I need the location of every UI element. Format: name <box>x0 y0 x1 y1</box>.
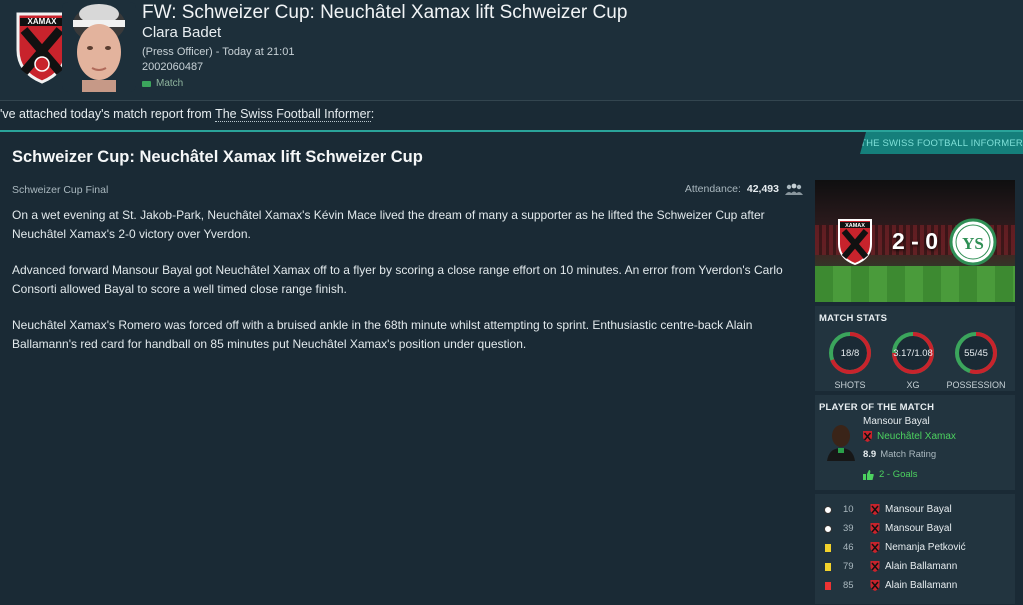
crowd-icon <box>785 183 803 195</box>
sender-avatar[interactable] <box>62 2 136 92</box>
event-minute: 79 <box>843 561 854 572</box>
player-of-match-panel[interactable]: PLAYER OF THE MATCH Mansour Bayal Neuchâ… <box>815 395 1015 490</box>
yellow-card-icon <box>821 543 835 552</box>
events-list: 10 Mansour Bayal 39 Mansour Bayal 46 Nemanja … <box>815 500 1015 595</box>
article-paragraph: Neuchâtel Xamax's Romero was forced off … <box>12 318 753 351</box>
divider <box>0 100 1023 101</box>
event-player[interactable]: Mansour Bayal <box>885 504 952 515</box>
match-report: THE SWISS FOOTBALL INFORMER Schweizer Cu… <box>0 130 1023 605</box>
tag-icon <box>142 80 151 87</box>
attendance: Attendance: 42,493 <box>685 182 803 196</box>
event-minute: 10 <box>843 504 854 515</box>
message-tag[interactable]: Match <box>142 78 183 89</box>
potm-rating-label: Match Rating <box>880 449 937 460</box>
xg-label: XG <box>906 380 920 390</box>
attendance-label: Attendance: <box>684 183 741 195</box>
intro-prefix: 've attached today's match report from <box>0 107 216 121</box>
match-stats-title: MATCH STATS <box>819 313 888 324</box>
potm-player-name[interactable]: Mansour Bayal <box>863 416 930 427</box>
tag-label: Match <box>156 78 184 89</box>
match-event-row[interactable]: 10 Mansour Bayal <box>815 500 1015 519</box>
potm-goals: 2 - Goals <box>863 469 918 480</box>
article-body: On a wet evening at St. Jakob-Park, Neuc… <box>12 206 797 371</box>
match-event-row[interactable]: 46 Nemanja Petković <box>815 538 1015 557</box>
match-stats-panel: MATCH STATS 18/8 SHOTS 3.17/1.08 XG 55/4… <box>815 306 1015 391</box>
match-event-row[interactable]: 39 Mansour Bayal <box>815 519 1015 538</box>
shots-value: 18/8 <box>840 348 860 359</box>
source-link[interactable]: The Swiss Football Informer <box>215 107 371 122</box>
player-photo[interactable] <box>823 421 859 461</box>
sender-name[interactable]: Clara Badet <box>142 24 221 41</box>
intro-text: 've attached today's match report from T… <box>0 107 375 122</box>
message-id: 2002060487 <box>142 61 204 73</box>
away-badge-icon: YS <box>949 218 997 266</box>
thumbs-up-icon <box>863 469 874 480</box>
intro-suffix: : <box>370 107 375 121</box>
club-badge-text: XAMAX <box>28 17 58 26</box>
event-player[interactable]: Alain Ballamann <box>885 580 957 591</box>
sender-role-time: (Press Officer) - Today at 21:01 <box>142 46 295 58</box>
potm-rating-value: 8.9 <box>863 449 877 460</box>
article-paragraph: Advanced forward Mansour Bayal got Neuch… <box>12 263 783 296</box>
event-player[interactable]: Nemanja Petković <box>885 542 966 553</box>
event-minute: 85 <box>843 580 854 591</box>
match-events-panel: 10 Mansour Bayal 39 Mansour Bayal 46 Nemanja … <box>815 494 1015 604</box>
possession-label: POSSESSION <box>946 380 1006 390</box>
possession-value: 55/45 <box>964 348 988 359</box>
match-event-row[interactable]: 79 Alain Ballamann <box>815 557 1015 576</box>
goal-ball-icon <box>821 524 835 533</box>
away-badge-text: YS <box>962 234 984 253</box>
red-card-icon <box>821 581 835 590</box>
shots-label: SHOTS <box>834 380 866 390</box>
goal-ball-icon <box>821 505 835 514</box>
xg-value: 3.17/1.08 <box>893 348 933 359</box>
message-title: FW: Schweizer Cup: Neuchâtel Xamax lift … <box>142 2 628 23</box>
club-mini-badge-icon <box>870 504 880 515</box>
potm-title: PLAYER OF THE MATCH <box>819 402 935 413</box>
match-sidebar: XAMAX 2 - 0 YS MATCH STATS 18/8 SHOTS 3.… <box>815 180 1015 604</box>
match-event-row[interactable]: 85 Alain Ballamann <box>815 576 1015 595</box>
club-mini-badge-icon <box>863 431 872 442</box>
competition-label: Schweizer Cup Final <box>12 184 109 196</box>
report-headline: Schweizer Cup: Neuchâtel Xamax lift Schw… <box>12 148 423 166</box>
event-player[interactable]: Mansour Bayal <box>885 523 952 534</box>
club-mini-badge-icon <box>870 523 880 534</box>
event-minute: 39 <box>843 523 854 534</box>
potm-club-name: Neuchâtel Xamax <box>877 431 956 442</box>
yellow-card-icon <box>821 562 835 571</box>
attendance-value: 42,493 <box>746 183 779 195</box>
potm-goals-text: 2 - Goals <box>879 469 918 480</box>
message-header: XAMAX FW: Schweizer Cup: Neuchâtel Xamax… <box>0 0 1023 100</box>
potm-rating: 8.9 Match Rating <box>863 449 936 460</box>
scoreboard[interactable]: XAMAX 2 - 0 YS <box>815 180 1015 302</box>
pitch <box>815 266 1015 302</box>
club-mini-badge-icon <box>870 580 880 591</box>
potm-club[interactable]: Neuchâtel Xamax <box>863 431 956 442</box>
event-minute: 46 <box>843 542 854 553</box>
club-mini-badge-icon <box>870 542 880 553</box>
event-player[interactable]: Alain Ballamann <box>885 561 957 572</box>
club-mini-badge-icon <box>870 561 880 572</box>
article-paragraph: On a wet evening at St. Jakob-Park, Neuc… <box>12 208 765 241</box>
newspaper-tab: THE SWISS FOOTBALL INFORMER <box>860 132 1023 154</box>
